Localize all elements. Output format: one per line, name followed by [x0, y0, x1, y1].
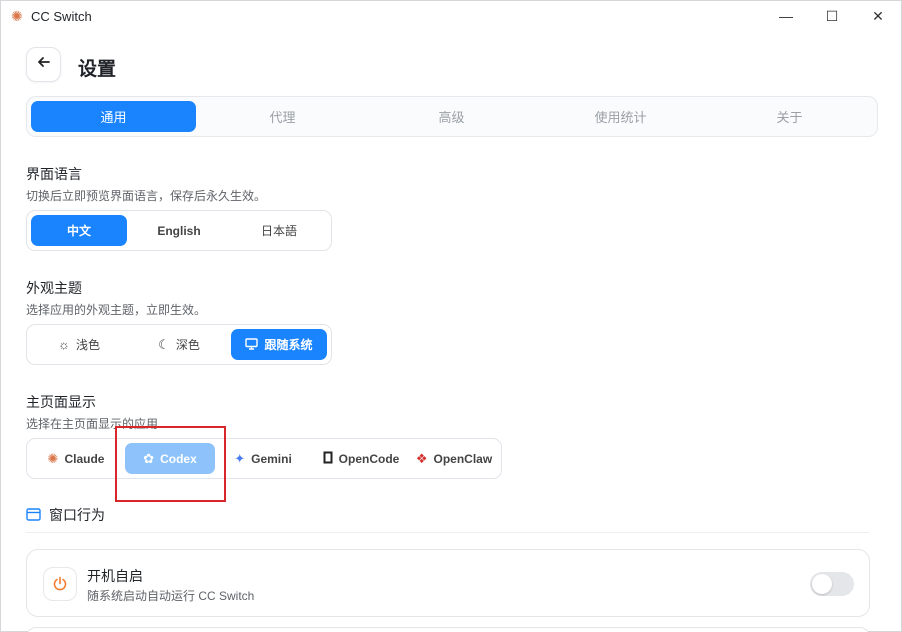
sun-icon: ☼ [58, 337, 70, 352]
next-setting-card [26, 627, 870, 632]
moon-icon: ☾ [158, 337, 170, 352]
title-bar: ✺ CC Switch — ☐ ✕ [1, 1, 901, 31]
theme-title: 外观主题 [26, 280, 82, 296]
homepage-app-selector: ✺ Claude ✿ Codex ✦ Gemini OpenCode ❖ Ope… [26, 438, 502, 479]
theme-selector: ☼ 浅色 ☾ 深色 跟随系统 [26, 324, 332, 365]
language-option-en[interactable]: English [131, 215, 227, 246]
highlight-box [115, 426, 226, 502]
autostart-title: 开机自启 [87, 568, 143, 584]
tab-usage-stats[interactable]: 使用统计 [538, 101, 703, 132]
window-behavior-title: 窗口行为 [49, 507, 105, 523]
gemini-icon: ✦ [234, 451, 246, 466]
language-option-zh[interactable]: 中文 [31, 215, 127, 246]
autostart-toggle[interactable] [810, 572, 854, 596]
theme-description: 选择应用的外观主题，立即生效。 [26, 303, 207, 317]
language-title: 界面语言 [26, 166, 82, 182]
monitor-icon [245, 337, 259, 352]
app-option-opencode[interactable]: OpenCode [311, 443, 411, 474]
opencode-icon [323, 451, 333, 466]
maximize-button[interactable]: ☐ [809, 1, 855, 31]
window-icon [26, 507, 41, 523]
tab-advanced[interactable]: 高级 [369, 101, 534, 132]
autostart-description: 随系统启动自动运行 CC Switch [87, 589, 255, 603]
close-button[interactable]: ✕ [855, 1, 901, 31]
theme-option-dark[interactable]: ☾ 深色 [131, 329, 227, 360]
back-button[interactable] [26, 47, 61, 82]
app-option-openclaw-label: OpenClaw [433, 451, 493, 466]
app-window: ✺ CC Switch — ☐ ✕ 设置 通用 代理 高级 使用统计 关于 界面… [0, 0, 902, 632]
theme-option-dark-label: 深色 [175, 338, 200, 352]
asterisk-icon: ✺ [11, 8, 23, 24]
minimize-button[interactable]: — [763, 1, 809, 31]
tab-general[interactable]: 通用 [31, 101, 196, 132]
app-option-gemini[interactable]: ✦ Gemini [223, 443, 303, 474]
language-selector: 中文 English 日本語 [26, 210, 332, 251]
tab-about[interactable]: 关于 [707, 101, 872, 132]
arrow-left-icon [37, 55, 51, 74]
openclaw-icon: ❖ [415, 451, 428, 466]
app-option-gemini-label: Gemini [251, 451, 292, 466]
divider [26, 532, 869, 533]
language-option-ja[interactable]: 日本語 [231, 215, 327, 246]
homepage-title: 主页面显示 [26, 394, 96, 410]
claude-icon: ✺ [47, 451, 59, 466]
toggle-knob [812, 574, 832, 594]
language-description: 切换后立即预览界面语言，保存后永久生效。 [26, 189, 267, 203]
settings-tabs: 通用 代理 高级 使用统计 关于 [26, 96, 878, 137]
tab-proxy[interactable]: 代理 [200, 101, 365, 132]
power-icon [43, 567, 77, 601]
theme-option-system[interactable]: 跟随系统 [231, 329, 327, 360]
theme-option-light-label: 浅色 [75, 338, 100, 352]
app-option-claude-label: Claude [64, 451, 105, 466]
window-behavior-header: 窗口行为 [26, 505, 105, 525]
app-option-openclaw[interactable]: ❖ OpenClaw [411, 443, 497, 474]
theme-option-light[interactable]: ☼ 浅色 [31, 329, 127, 360]
app-option-claude[interactable]: ✺ Claude [31, 443, 121, 474]
theme-option-system-label: 跟随系统 [264, 338, 313, 352]
window-title: CC Switch [31, 9, 92, 24]
app-option-opencode-label: OpenCode [338, 451, 400, 466]
autostart-card: 开机自启 随系统启动自动运行 CC Switch [26, 549, 870, 617]
page-title: 设置 [78, 59, 117, 80]
